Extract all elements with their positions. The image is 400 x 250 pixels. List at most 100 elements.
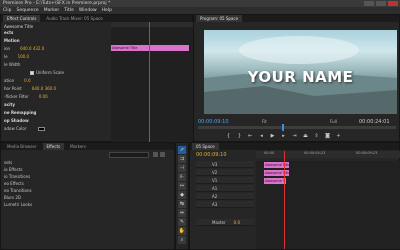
tab-effects[interactable]: Effects <box>42 143 65 150</box>
export-frame-icon[interactable]: ◙ <box>323 132 332 139</box>
lift-icon[interactable]: ⏏ <box>301 132 310 139</box>
go-to-out-icon[interactable]: ⇥ <box>290 132 299 139</box>
timeline-playhead[interactable] <box>284 151 285 249</box>
hand-tool-icon[interactable]: ✋ <box>178 227 186 235</box>
mark-in-icon[interactable]: { <box>224 132 233 139</box>
effect-row[interactable]: Uniform Scale <box>1 70 64 76</box>
effects-tree-item[interactable]: io Effects <box>1 167 22 173</box>
effect-row[interactable]: ects <box>1 30 13 36</box>
effect-row-value[interactable]: 640.0 432.0 <box>20 46 44 51</box>
timeline-clip-v1[interactable]: Awesome T... <box>264 178 286 184</box>
effect-row[interactable]: hor Point 640.0 360.0 <box>1 86 56 92</box>
go-to-in-icon[interactable]: ⇤ <box>246 132 255 139</box>
track-area: Awesome Title Awesome Title Awesome T... <box>256 151 400 249</box>
timeline-clip-v2[interactable]: Awesome Title <box>264 170 289 176</box>
track-header[interactable]: V2 <box>196 169 254 176</box>
effect-row-value[interactable]: 640.0 360.0 <box>32 86 56 91</box>
tab-audio-track-mixer[interactable]: Audio Track Mixer: 05 Space <box>42 15 106 22</box>
effect-row-label: ion <box>4 46 11 51</box>
tab-markers[interactable]: Markers <box>66 143 90 150</box>
mini-playhead[interactable] <box>149 22 150 142</box>
effects-tree-item[interactable]: io Transitions <box>1 174 30 180</box>
delete-icon[interactable] <box>160 152 165 157</box>
window-controls <box>364 1 398 6</box>
effects-tree-item[interactable]: Lumetri Looks <box>1 202 32 208</box>
effect-row[interactable]: ion 640.0 432.0 <box>1 46 44 52</box>
mini-clip[interactable]: Awesome Title <box>111 45 189 51</box>
step-back-icon[interactable]: ◂ <box>257 132 266 139</box>
track-header[interactable]: A2 <box>196 193 254 200</box>
effect-row[interactable]: Motion <box>1 38 20 44</box>
effect-row[interactable]: le 100.0 <box>1 54 29 60</box>
program-resolution-select[interactable]: Full <box>330 119 337 124</box>
menu-marker[interactable]: Marker <box>44 7 60 14</box>
play-icon[interactable]: ▶ <box>268 132 277 139</box>
tab-media-browser[interactable]: Media Browser <box>3 143 41 150</box>
track-label: V3 <box>212 162 218 167</box>
track-label: Master <box>212 220 226 225</box>
close-button[interactable] <box>388 1 398 6</box>
slip-tool-icon[interactable]: ↹ <box>178 200 186 208</box>
effect-row-value[interactable]: 0.00 <box>39 94 48 99</box>
uniform-scale-checkbox[interactable] <box>30 71 34 75</box>
master-volume-value[interactable]: 0.0 <box>234 220 240 225</box>
shadow-color-swatch[interactable] <box>38 127 46 131</box>
extract-icon[interactable]: ⇪ <box>312 132 321 139</box>
effect-row[interactable]: ation 0.0 <box>1 78 31 84</box>
effect-row[interactable]: le Width <box>1 62 20 68</box>
effects-tree-item[interactable]: sets <box>1 160 12 166</box>
effects-tree-item[interactable]: Blurs 2D <box>1 195 21 201</box>
effect-row[interactable]: op Shadow <box>1 118 29 124</box>
menu-window[interactable]: Window <box>79 7 97 14</box>
rolling-edit-tool-icon[interactable]: ⊩ <box>178 173 186 181</box>
ripple-edit-tool-icon[interactable]: ⊣ <box>178 164 186 172</box>
effect-row[interactable]: adow Color <box>1 126 46 132</box>
program-fit-select[interactable]: Fit <box>262 119 267 124</box>
track-header[interactable]: V1 <box>196 177 254 184</box>
mark-out-icon[interactable]: } <box>235 132 244 139</box>
step-forward-icon[interactable]: ▸ <box>279 132 288 139</box>
mini-ruler <box>111 22 193 27</box>
menu-sequence[interactable]: Sequence <box>17 7 39 14</box>
effects-search-input[interactable] <box>109 152 149 158</box>
track-header[interactable]: A1 <box>196 185 254 192</box>
add-button-icon[interactable]: + <box>334 132 343 139</box>
effect-row-label: op Shadow <box>4 118 29 123</box>
new-bin-icon[interactable] <box>153 152 158 157</box>
track-select-tool-icon[interactable]: ⇉ <box>178 155 186 163</box>
effects-tree-item[interactable]: eo Transitions <box>1 188 32 194</box>
tab-effect-controls[interactable]: Effect Controls <box>3 15 41 22</box>
rate-stretch-tool-icon[interactable]: ↔ <box>178 182 186 190</box>
program-timecode-current[interactable]: 00:00:09:10 <box>198 119 229 125</box>
zoom-tool-icon[interactable]: ⌕ <box>178 236 186 244</box>
track-header[interactable]: V3 <box>196 161 254 168</box>
slide-tool-icon[interactable]: ⇹ <box>178 209 186 217</box>
menu-clip[interactable]: Clip <box>3 7 12 14</box>
selection-tool-icon[interactable]: ➚ <box>178 146 186 154</box>
tools-panel: ➚ ⇉ ⊣ ⊩ ↔ ◆ ↹ ⇹ ✎ ✋ ⌕ <box>175 142 189 250</box>
timeline-clip-v3[interactable]: Awesome Title <box>264 162 289 168</box>
track-header[interactable]: A3 <box>196 201 254 208</box>
program-scrubber-head[interactable] <box>282 124 284 131</box>
effect-row[interactable]: -flicker Filter 0.00 <box>1 94 48 100</box>
razor-tool-icon[interactable]: ◆ <box>178 191 186 199</box>
effects-tree-item[interactable]: eo Effects <box>1 181 24 187</box>
program-scrubber[interactable] <box>198 124 396 131</box>
maximize-button[interactable] <box>376 1 386 6</box>
video-frame[interactable]: YOUR NAME <box>204 30 397 114</box>
track-header[interactable]: Master 0.0 <box>196 219 254 226</box>
effects-tree: sets io Effects io Transitions eo Effects eo… <box>1 160 101 250</box>
effect-row-value[interactable]: 100.0 <box>18 54 29 59</box>
tab-program[interactable]: Program: 05 Space <box>196 15 243 22</box>
pen-tool-icon[interactable]: ✎ <box>178 218 186 226</box>
effect-row[interactable]: acity <box>1 102 15 108</box>
timeline-ruler[interactable]: 00:00 00:00:04:23 00:00:09:23 <box>256 151 400 158</box>
menu-help[interactable]: Help <box>102 7 112 14</box>
minimize-button[interactable] <box>364 1 374 6</box>
timeline-timecode[interactable]: 00:00:09:10 <box>196 152 227 158</box>
effect-row-value[interactable]: 0.0 <box>24 78 30 83</box>
menu-title[interactable]: Title <box>64 7 74 14</box>
tab-sequence[interactable]: 05 Space <box>192 143 219 150</box>
effect-row[interactable]: ne Remapping <box>1 110 36 116</box>
effect-row-label: adow Color <box>4 126 27 131</box>
